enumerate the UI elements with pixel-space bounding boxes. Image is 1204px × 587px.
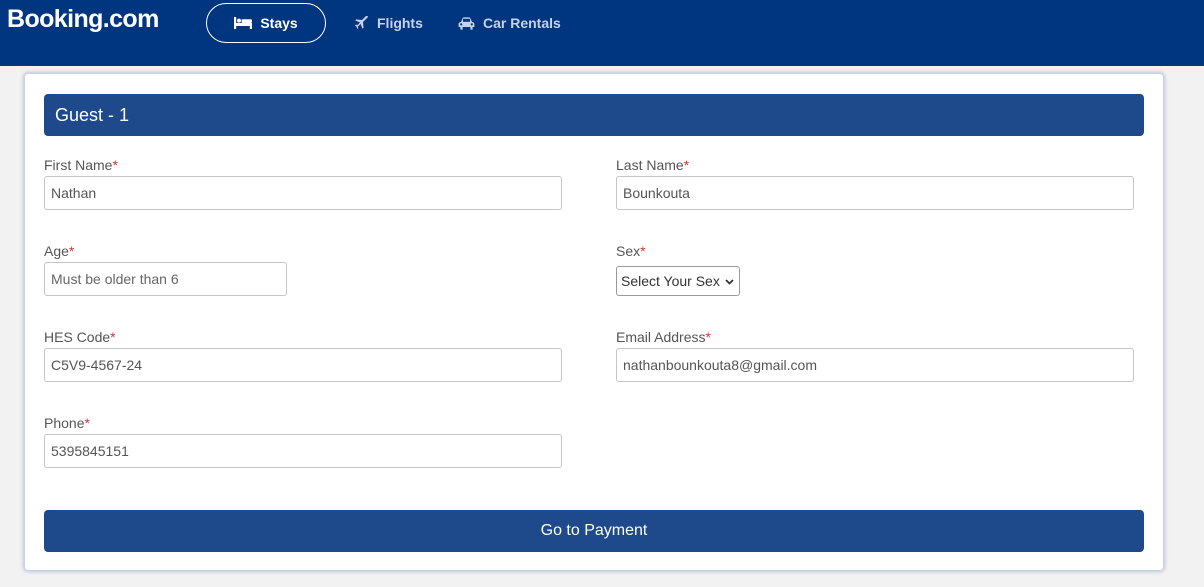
- nav-tab-flights-label: Flights: [377, 15, 423, 31]
- last-name-input[interactable]: [616, 176, 1134, 210]
- hes-code-label-text: HES Code: [44, 329, 111, 345]
- phone-label: Phone*: [44, 415, 90, 431]
- phone-label-text: Phone: [44, 415, 85, 431]
- age-input[interactable]: [44, 262, 287, 296]
- chevron-down-icon: [725, 278, 734, 285]
- sex-select-value: Select Your Sex: [621, 273, 720, 289]
- required-marker: *: [112, 157, 118, 173]
- sex-select[interactable]: Select Your Sex: [616, 266, 740, 296]
- hes-code-label: HES Code*: [44, 329, 116, 345]
- nav-tab-stays-label: Stays: [260, 15, 298, 31]
- nav-tab-car-rentals[interactable]: Car Rentals: [458, 3, 561, 43]
- hes-code-input[interactable]: [44, 348, 562, 382]
- age-label-text: Age: [44, 243, 69, 259]
- required-marker: *: [705, 329, 711, 345]
- age-label: Age*: [44, 243, 74, 259]
- required-marker: *: [84, 415, 90, 431]
- sex-label-text: Sex: [616, 243, 641, 259]
- nav-tab-stays[interactable]: Stays: [206, 3, 326, 43]
- first-name-label: First Name*: [44, 157, 118, 173]
- phone-input[interactable]: [44, 434, 562, 468]
- bed-icon: [234, 17, 253, 29]
- guest-form-card: Guest - 1 First Name* Last Name* Age* Se…: [24, 73, 1164, 571]
- last-name-label: Last Name*: [616, 157, 689, 173]
- email-label-text: Email Address: [616, 329, 706, 345]
- nav-tab-flights[interactable]: Flights: [355, 3, 423, 43]
- required-marker: *: [68, 243, 75, 259]
- last-name-label-text: Last Name: [616, 157, 684, 173]
- plane-icon: [355, 16, 368, 29]
- first-name-label-text: First Name: [44, 157, 113, 173]
- email-label: Email Address*: [616, 329, 711, 345]
- required-marker: *: [683, 157, 690, 173]
- email-input[interactable]: [616, 348, 1134, 382]
- required-marker: *: [640, 243, 646, 259]
- go-to-payment-button[interactable]: Go to Payment: [44, 510, 1144, 552]
- required-marker: *: [110, 329, 116, 345]
- booking-logo[interactable]: Booking.com: [7, 5, 159, 34]
- nav-tab-car-rentals-label: Car Rentals: [483, 15, 561, 31]
- car-icon: [458, 16, 475, 30]
- first-name-input[interactable]: [44, 176, 562, 210]
- guest-form-title: Guest - 1: [44, 94, 1144, 136]
- sex-label: Sex*: [616, 243, 646, 259]
- top-navigation-bar: Booking.com Stays Flights Car Rentals: [0, 0, 1204, 66]
